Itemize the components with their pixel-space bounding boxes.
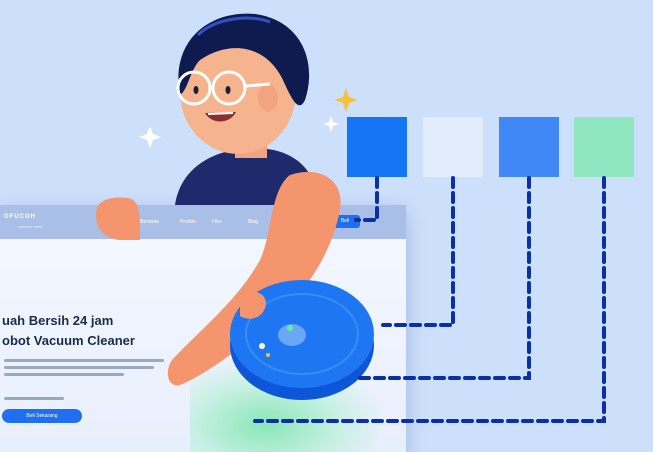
connector-medium [358, 176, 531, 380]
connector-light [381, 176, 455, 327]
connector-primary [354, 176, 379, 222]
left-hand [96, 197, 140, 240]
design-illustration: OFUCOH vacuum robot Beranda Produk Fitur… [0, 0, 653, 452]
foreground-art [96, 171, 606, 423]
